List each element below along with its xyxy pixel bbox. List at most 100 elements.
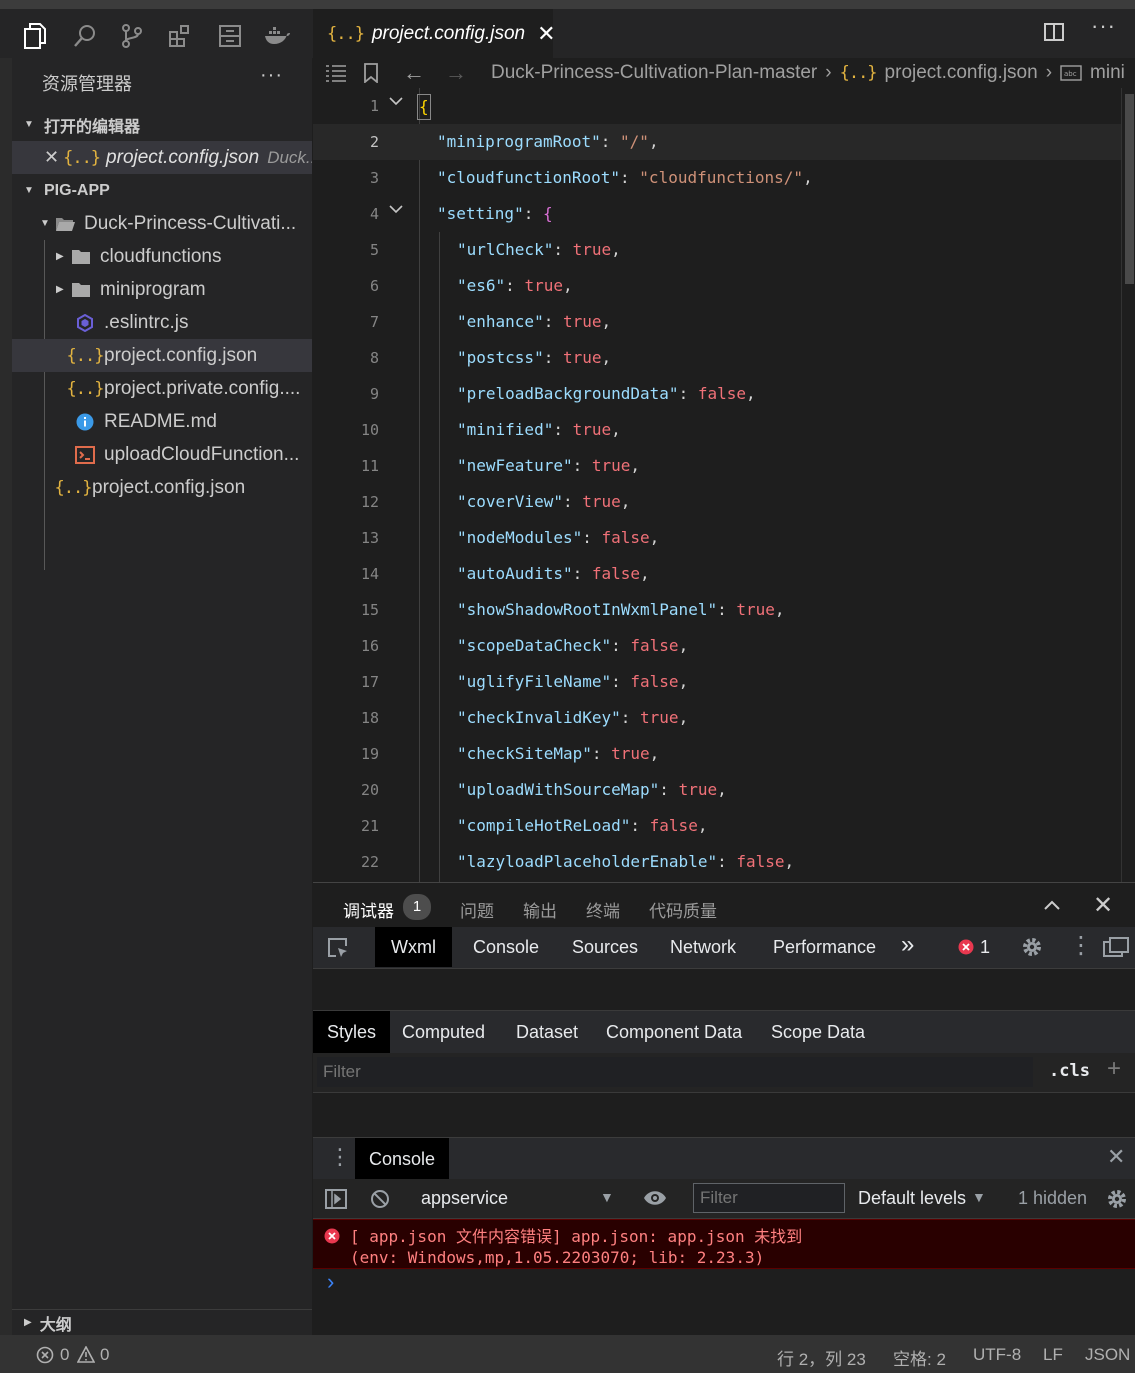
- clear-console-icon[interactable]: [370, 1189, 390, 1209]
- line-number: 19: [360, 745, 379, 763]
- files-icon[interactable]: [18, 19, 52, 53]
- line-number: 14: [360, 565, 379, 583]
- tab-terminal[interactable]: 终端: [586, 897, 620, 922]
- tree-file-upload-script[interactable]: uploadCloudFunction...: [12, 438, 312, 471]
- encoding[interactable]: UTF-8: [973, 1345, 1021, 1365]
- devtools-tab-console[interactable]: Console: [457, 927, 555, 967]
- log-levels-dropdown[interactable]: Default levels: [858, 1188, 966, 1209]
- breadcrumb-file[interactable]: project.config.json: [885, 62, 1038, 84]
- breadcrumb-folder[interactable]: Duck-Princess-Cultivation-Plan-master: [491, 62, 817, 84]
- inspect-element-icon[interactable]: [327, 937, 349, 959]
- more-actions-icon[interactable]: ···: [1091, 13, 1116, 39]
- language-mode[interactable]: JSON: [1085, 1345, 1130, 1365]
- errors-icon[interactable]: [36, 1346, 54, 1364]
- drawer-tab-console[interactable]: Console: [355, 1138, 450, 1180]
- tree-folder-cloudfunctions[interactable]: ▶ cloudfunctions: [12, 240, 312, 273]
- fold-chevron-icon[interactable]: [389, 96, 403, 110]
- cursor-position[interactable]: 行 2，列 23: [777, 1345, 866, 1370]
- warning-count[interactable]: 0: [100, 1345, 109, 1365]
- code-key: "cloudfunctionRoot": [437, 168, 621, 187]
- fold-chevron-icon[interactable]: [389, 204, 403, 218]
- chevron-down-icon[interactable]: ▼: [600, 1189, 614, 1205]
- console-error-message[interactable]: [ app.json 文件内容错误] app.json: app.json 未找…: [313, 1219, 1135, 1269]
- error-icon[interactable]: [958, 939, 974, 955]
- styles-filter-input[interactable]: [317, 1057, 1033, 1087]
- line-number: 15: [360, 601, 379, 619]
- tree-folder-miniprogram[interactable]: ▶ miniprogram: [12, 273, 312, 306]
- tree-file-project-private-config[interactable]: {..} project.private.config....: [12, 372, 312, 405]
- close-panel-icon[interactable]: ✕: [1093, 891, 1113, 920]
- tab-debugger[interactable]: 调试器: [343, 897, 394, 929]
- error-count[interactable]: 1: [980, 937, 990, 958]
- subtab-dataset[interactable]: Dataset: [502, 1011, 592, 1053]
- json-file-icon: {..}: [63, 147, 101, 168]
- project-header[interactable]: ▼ PIG-APP: [12, 174, 312, 207]
- docker-icon[interactable]: [260, 19, 294, 53]
- subtab-computed[interactable]: Computed: [388, 1011, 499, 1053]
- chevron-right-icon: ▶: [56, 251, 64, 262]
- kebab-menu-icon[interactable]: ⋮: [1069, 931, 1093, 960]
- editor-tab-project-config[interactable]: {..} project.config.json ✕: [313, 9, 556, 58]
- folder-icon: [70, 279, 92, 301]
- tab-problems[interactable]: 问题: [460, 897, 494, 922]
- tab-output[interactable]: 输出: [523, 897, 557, 922]
- console-prompt[interactable]: ›: [327, 1269, 334, 1295]
- error-count[interactable]: 0: [60, 1345, 69, 1365]
- tree-file-project-config[interactable]: {..} project.config.json: [12, 339, 312, 372]
- tree-file-project-config-root[interactable]: {..} project.config.json: [12, 471, 312, 504]
- context-selector[interactable]: appservice: [421, 1188, 508, 1209]
- kebab-menu-icon[interactable]: ⋮: [329, 1144, 351, 1170]
- close-icon[interactable]: ✕: [44, 147, 59, 168]
- open-editor-item[interactable]: ✕ {..} project.config.json Duck...: [12, 141, 312, 174]
- tree-folder-root[interactable]: ▼ Duck-Princess-Cultivati...: [12, 207, 312, 240]
- list-icon[interactable]: [325, 64, 347, 82]
- sidebar-toggle-icon[interactable]: [325, 1189, 347, 1209]
- devtools-tab-network[interactable]: Network: [654, 927, 752, 967]
- warning-icon[interactable]: [77, 1346, 95, 1364]
- gear-icon[interactable]: [1106, 1188, 1128, 1210]
- terminal-file-icon: [74, 444, 96, 466]
- bookmark-icon[interactable]: [363, 63, 379, 83]
- tree-file-eslintrc[interactable]: .eslintrc.js: [12, 306, 312, 339]
- split-editor-icon[interactable]: [1043, 21, 1065, 43]
- code-value: false: [649, 816, 698, 835]
- tab-code-quality[interactable]: 代码质量: [649, 897, 717, 922]
- breadcrumb-symbol[interactable]: mini: [1090, 62, 1125, 84]
- add-style-rule-button[interactable]: +: [1107, 1055, 1121, 1083]
- close-drawer-icon[interactable]: ✕: [1107, 1144, 1125, 1170]
- devtools-tab-performance[interactable]: Performance: [757, 927, 892, 967]
- outline-header[interactable]: ▶ 大纲: [12, 1309, 312, 1335]
- scrollbar-thumb[interactable]: [1125, 94, 1134, 284]
- code-value: "/": [620, 132, 649, 151]
- code-key: "autoAudits": [457, 564, 573, 583]
- devtools-tab-wxml[interactable]: Wxml: [375, 927, 452, 967]
- code-punct: ,: [803, 168, 813, 187]
- close-icon[interactable]: ✕: [537, 21, 555, 47]
- source-control-icon[interactable]: [115, 19, 149, 53]
- dock-icon[interactable]: [1103, 937, 1129, 957]
- console-filter-input[interactable]: [693, 1183, 845, 1213]
- more-actions-icon[interactable]: ···: [260, 64, 283, 87]
- code-line: 3 "cloudfunctionRoot": "cloudfunctions/"…: [313, 160, 1121, 196]
- gear-icon[interactable]: [1021, 936, 1043, 958]
- remote-icon[interactable]: [213, 19, 247, 53]
- tree-file-readme[interactable]: README.md: [12, 405, 312, 438]
- subtab-styles[interactable]: Styles: [313, 1011, 391, 1053]
- subtab-scope-data[interactable]: Scope Data: [757, 1011, 879, 1053]
- eye-icon[interactable]: [643, 1189, 667, 1207]
- forward-arrow-icon[interactable]: →: [445, 60, 467, 86]
- subtab-component-data[interactable]: Component Data: [592, 1011, 756, 1053]
- code-key: "uglifyFileName": [457, 672, 612, 691]
- cls-toggle-button[interactable]: .cls: [1049, 1061, 1090, 1081]
- back-arrow-icon[interactable]: ←: [403, 60, 425, 86]
- indentation[interactable]: 空格: 2: [893, 1345, 946, 1370]
- extensions-icon[interactable]: [163, 19, 197, 53]
- line-ending[interactable]: LF: [1043, 1345, 1063, 1365]
- chevron-up-icon[interactable]: [1043, 899, 1061, 911]
- code-editor[interactable]: 1 { 2 "miniprogramRoot": "/", 3 "cloudfu…: [313, 88, 1135, 882]
- open-editors-header[interactable]: ▼ 打开的编辑器: [12, 108, 312, 141]
- search-icon[interactable]: [68, 19, 102, 53]
- editor-scrollbar[interactable]: [1121, 88, 1135, 882]
- devtools-tab-sources[interactable]: Sources: [556, 927, 654, 967]
- more-tabs-icon[interactable]: »: [901, 931, 914, 959]
